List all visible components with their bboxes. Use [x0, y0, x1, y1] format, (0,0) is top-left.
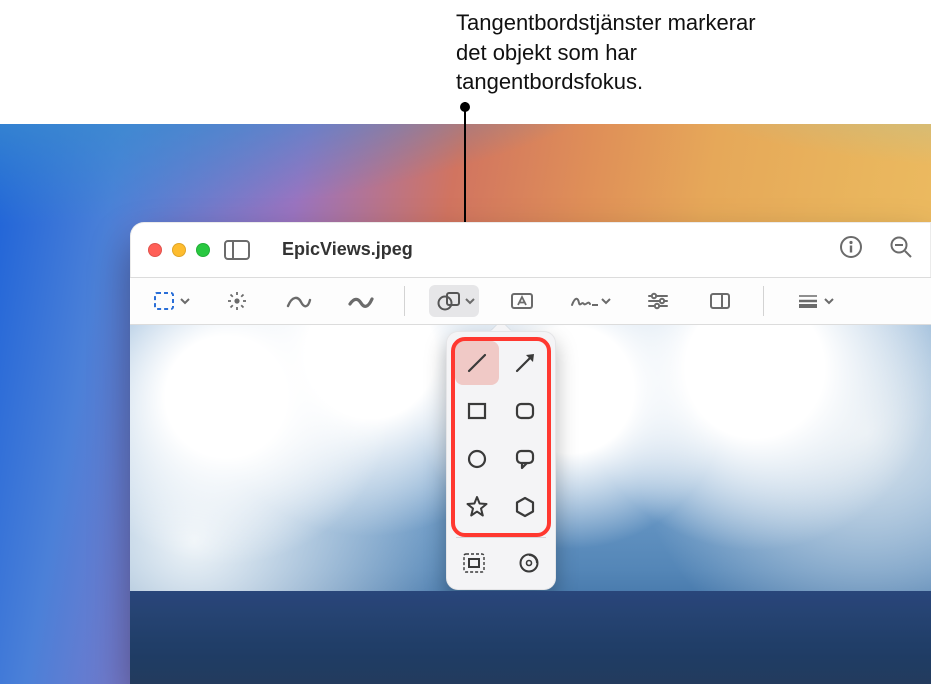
- titlebar-right-group: [839, 235, 913, 264]
- line-shape[interactable]: [455, 341, 499, 385]
- toolbar-separator: [404, 286, 405, 316]
- rectangle-icon: [464, 398, 490, 424]
- adjust-color-tool[interactable]: [639, 285, 677, 317]
- toolbar-separator: [763, 286, 764, 316]
- window-controls: [148, 243, 210, 257]
- popover-separator: [456, 537, 546, 538]
- loupe-tool[interactable]: [509, 546, 548, 580]
- sign-tool[interactable]: [565, 285, 615, 317]
- draw-icon: [348, 292, 374, 310]
- crop-tool[interactable]: [701, 285, 739, 317]
- text-tool[interactable]: [503, 285, 541, 317]
- crop-icon: [708, 291, 732, 311]
- line-style-tool[interactable]: [788, 285, 838, 317]
- mask-icon: [461, 551, 487, 575]
- sketch-tool[interactable]: [280, 285, 318, 317]
- chevron-down-icon: [824, 297, 834, 305]
- rectangle-shape[interactable]: [455, 389, 499, 433]
- info-button[interactable]: [839, 235, 863, 264]
- polygon-shape[interactable]: [503, 485, 547, 529]
- speech-bubble-shape[interactable]: [503, 437, 547, 481]
- info-icon: [839, 235, 863, 259]
- zoom-out-icon: [889, 235, 913, 259]
- rounded-rectangle-shape[interactable]: [503, 389, 547, 433]
- selection-icon: [153, 291, 175, 311]
- draw-tool[interactable]: [342, 285, 380, 317]
- shapes-grid: [454, 341, 548, 529]
- star-shape[interactable]: [455, 485, 499, 529]
- shapes-popover: [446, 331, 556, 590]
- line-icon: [464, 350, 490, 376]
- sliders-icon: [646, 292, 670, 310]
- window-title: EpicViews.jpeg: [282, 239, 413, 260]
- star-icon: [464, 494, 490, 520]
- markup-toolbar: [130, 278, 931, 325]
- selection-tool[interactable]: [144, 285, 194, 317]
- oval-icon: [464, 446, 490, 472]
- arrow-icon: [512, 350, 538, 376]
- signature-icon: [570, 292, 600, 310]
- mask-tool[interactable]: [454, 546, 493, 580]
- line-weight-icon: [796, 293, 820, 309]
- sidebar-button[interactable]: [224, 240, 250, 260]
- callout-text: Tangentbordstjänster markerar det objekt…: [456, 8, 756, 97]
- shapes-icon: [437, 291, 461, 311]
- hexagon-icon: [512, 494, 538, 520]
- oval-shape[interactable]: [455, 437, 499, 481]
- image-canvas[interactable]: [130, 325, 931, 684]
- text-icon: [510, 291, 534, 311]
- minimize-button[interactable]: [172, 243, 186, 257]
- close-button[interactable]: [148, 243, 162, 257]
- chevron-down-icon: [465, 297, 475, 305]
- window-titlebar: EpicViews.jpeg: [130, 222, 931, 278]
- chevron-down-icon: [601, 297, 611, 305]
- arrow-shape[interactable]: [503, 341, 547, 385]
- chevron-down-icon: [180, 297, 190, 305]
- preview-window: EpicViews.jpeg: [130, 222, 931, 684]
- popover-extras: [454, 546, 548, 582]
- zoom-button[interactable]: [196, 243, 210, 257]
- rounded-rectangle-icon: [512, 398, 538, 424]
- instant-alpha-icon: [226, 290, 248, 312]
- loupe-icon: [516, 551, 542, 575]
- zoom-out-button[interactable]: [889, 235, 913, 264]
- sketch-icon: [286, 292, 312, 310]
- speech-bubble-icon: [512, 446, 538, 472]
- instant-alpha-tool[interactable]: [218, 285, 256, 317]
- shapes-tool[interactable]: [429, 285, 479, 317]
